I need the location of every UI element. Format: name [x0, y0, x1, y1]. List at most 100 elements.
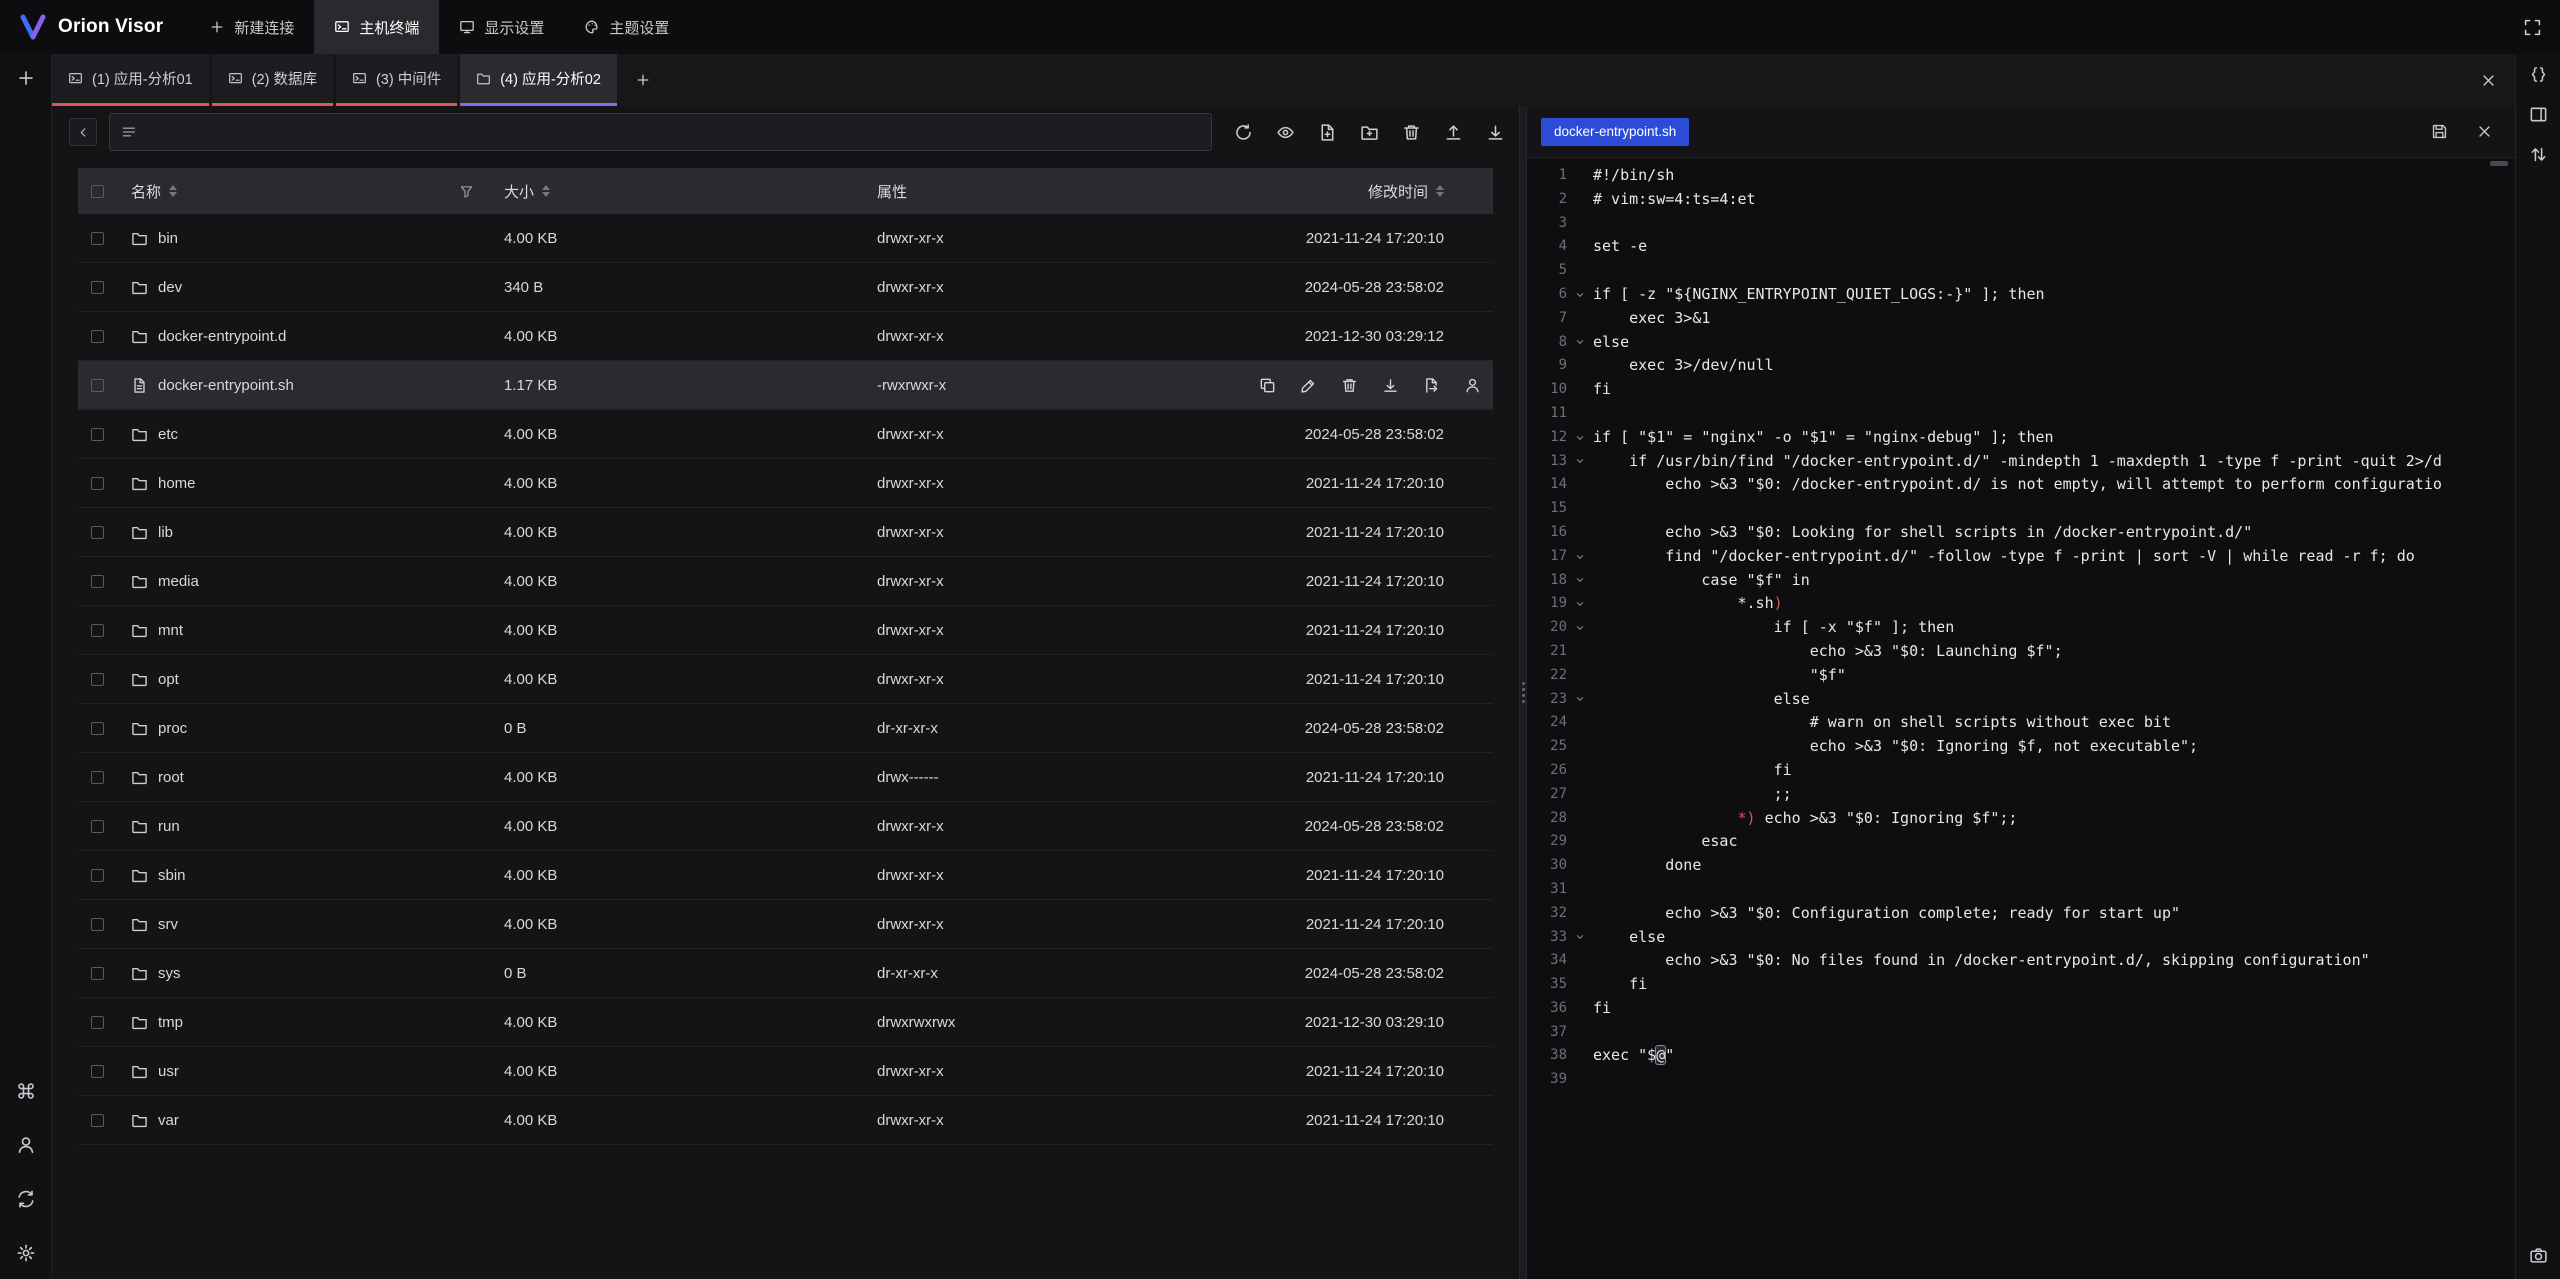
table-row[interactable]: opt4.00 KBdrwxr-xr-x2021-11-24 17:20:10 [78, 655, 1493, 704]
toggle-hidden-files-button[interactable] [1276, 123, 1295, 142]
refresh-button[interactable] [1234, 123, 1253, 142]
row-checkbox[interactable] [91, 1065, 104, 1078]
chevron-down-icon[interactable] [1574, 598, 1586, 610]
table-row[interactable]: root4.00 KBdrwx------2021-11-24 17:20:10 [78, 753, 1493, 802]
menu-item[interactable]: 显示设置 [439, 0, 564, 54]
file-name[interactable]: home [158, 475, 196, 492]
file-name[interactable]: sys [158, 965, 181, 982]
chevron-down-icon[interactable] [1574, 622, 1586, 634]
file-name[interactable]: usr [158, 1063, 179, 1080]
table-row[interactable]: usr4.00 KBdrwxr-xr-x2021-11-24 17:20:10 [78, 1047, 1493, 1096]
screenshot-button[interactable] [2529, 1246, 2548, 1265]
table-row[interactable]: lib4.00 KBdrwxr-xr-x2021-11-24 17:20:10 [78, 508, 1493, 557]
settings-button[interactable] [16, 1243, 36, 1263]
table-row[interactable]: var4.00 KBdrwxr-xr-x2021-11-24 17:20:10 [78, 1096, 1493, 1145]
column-header[interactable]: 大小 [486, 181, 836, 202]
row-checkbox[interactable] [91, 673, 104, 686]
row-checkbox[interactable] [91, 722, 104, 735]
table-row[interactable]: tmp4.00 KBdrwxrwxrwx2021-12-30 03:29:10 [78, 998, 1493, 1047]
table-row[interactable]: etc4.00 KBdrwxr-xr-x2024-05-28 23:58:02 [78, 410, 1493, 459]
delete-button[interactable] [1341, 377, 1358, 394]
terminal-tab[interactable]: (4) 应用-分析02 [460, 54, 617, 106]
chevron-down-icon[interactable] [1574, 693, 1586, 705]
row-checkbox[interactable] [91, 232, 104, 245]
brand[interactable]: Orion Visor [18, 0, 163, 54]
fullscreen-icon[interactable] [2523, 18, 2542, 37]
shortcut-keys-button[interactable] [16, 1081, 36, 1101]
file-name[interactable]: lib [158, 524, 173, 541]
chevron-down-icon[interactable] [1574, 336, 1586, 348]
file-name[interactable]: tmp [158, 1014, 183, 1031]
sort-control[interactable] [542, 185, 550, 197]
download-button[interactable] [1486, 123, 1505, 142]
chevron-down-icon[interactable] [1574, 931, 1586, 943]
row-checkbox[interactable] [91, 477, 104, 490]
table-row[interactable]: run4.00 KBdrwxr-xr-x2024-05-28 23:58:02 [78, 802, 1493, 851]
row-checkbox[interactable] [91, 281, 104, 294]
file-name[interactable]: run [158, 818, 180, 835]
table-row[interactable]: proc0 Bdr-xr-xr-x2024-05-28 23:58:02 [78, 704, 1493, 753]
sort-control[interactable] [1436, 185, 1444, 197]
table-row[interactable]: docker-entrypoint.d4.00 KBdrwxr-xr-x2021… [78, 312, 1493, 361]
row-checkbox[interactable] [91, 624, 104, 637]
row-checkbox[interactable] [91, 575, 104, 588]
permission-button[interactable] [1464, 377, 1481, 394]
row-checkbox[interactable] [91, 379, 104, 392]
terminal-tab[interactable]: (3) 中间件 [336, 54, 457, 106]
row-checkbox[interactable] [91, 428, 104, 441]
sort-order-button[interactable] [2529, 145, 2548, 164]
path-input[interactable] [146, 124, 1200, 140]
edit-button[interactable] [1300, 377, 1317, 394]
code-editor[interactable]: 1#!/bin/sh2# vim:sw=4:ts=4:et34set -e56i… [1527, 158, 2515, 1279]
new-tab-button[interactable] [620, 54, 666, 106]
row-checkbox[interactable] [91, 1114, 104, 1127]
upload-button[interactable] [1444, 123, 1463, 142]
table-row[interactable]: dev340 Bdrwxr-xr-x2024-05-28 23:58:02 [78, 263, 1493, 312]
chevron-down-icon[interactable] [1574, 455, 1586, 467]
menu-item[interactable]: 主题设置 [564, 0, 689, 54]
delete-button[interactable] [1402, 123, 1421, 142]
new-folder-button[interactable] [1360, 123, 1379, 142]
table-row[interactable]: sbin4.00 KBdrwxr-xr-x2021-11-24 17:20:10 [78, 851, 1493, 900]
file-name[interactable]: proc [158, 720, 187, 737]
sort-asc-icon[interactable] [1436, 185, 1444, 190]
select-all-checkbox[interactable] [91, 185, 104, 198]
move-button[interactable] [1423, 377, 1440, 394]
new-file-button[interactable] [1318, 123, 1337, 142]
sort-desc-icon[interactable] [542, 192, 550, 197]
file-name[interactable]: mnt [158, 622, 183, 639]
row-checkbox[interactable] [91, 771, 104, 784]
filter-icon[interactable] [459, 184, 474, 199]
sort-asc-icon[interactable] [542, 185, 550, 190]
menu-item[interactable]: 主机终端 [314, 0, 439, 54]
table-row[interactable]: sys0 Bdr-xr-xr-x2024-05-28 23:58:02 [78, 949, 1493, 998]
file-name[interactable]: dev [158, 279, 182, 296]
sort-desc-icon[interactable] [169, 192, 177, 197]
row-checkbox[interactable] [91, 330, 104, 343]
editor-close-icon[interactable] [2476, 123, 2493, 140]
editor-file-tab[interactable]: docker-entrypoint.sh [1541, 118, 1689, 146]
menu-item[interactable]: 新建连接 [189, 0, 314, 54]
row-checkbox[interactable] [91, 869, 104, 882]
close-panel-icon[interactable] [2480, 72, 2497, 89]
sort-asc-icon[interactable] [169, 185, 177, 190]
file-name[interactable]: docker-entrypoint.sh [158, 377, 294, 394]
row-checkbox[interactable] [91, 526, 104, 539]
save-icon[interactable] [2431, 123, 2448, 140]
column-header[interactable]: 名称 [126, 181, 486, 202]
file-name[interactable]: var [158, 1112, 179, 1129]
table-row[interactable]: home4.00 KBdrwxr-xr-x2021-11-24 17:20:10 [78, 459, 1493, 508]
terminal-tab[interactable]: (1) 应用-分析01 [52, 54, 209, 106]
chevron-down-icon[interactable] [1574, 289, 1586, 301]
scrollbar-thumb[interactable] [2490, 161, 2508, 166]
download-button[interactable] [1382, 377, 1399, 394]
file-name[interactable]: bin [158, 230, 178, 247]
file-name[interactable]: etc [158, 426, 178, 443]
row-checkbox[interactable] [91, 1016, 104, 1029]
layout-toggle-button[interactable] [2529, 105, 2548, 124]
chevron-down-icon[interactable] [1574, 432, 1586, 444]
copy-button[interactable] [1259, 377, 1276, 394]
file-name[interactable]: srv [158, 916, 178, 933]
back-button[interactable] [69, 118, 97, 146]
chevron-down-icon[interactable] [1574, 574, 1586, 586]
